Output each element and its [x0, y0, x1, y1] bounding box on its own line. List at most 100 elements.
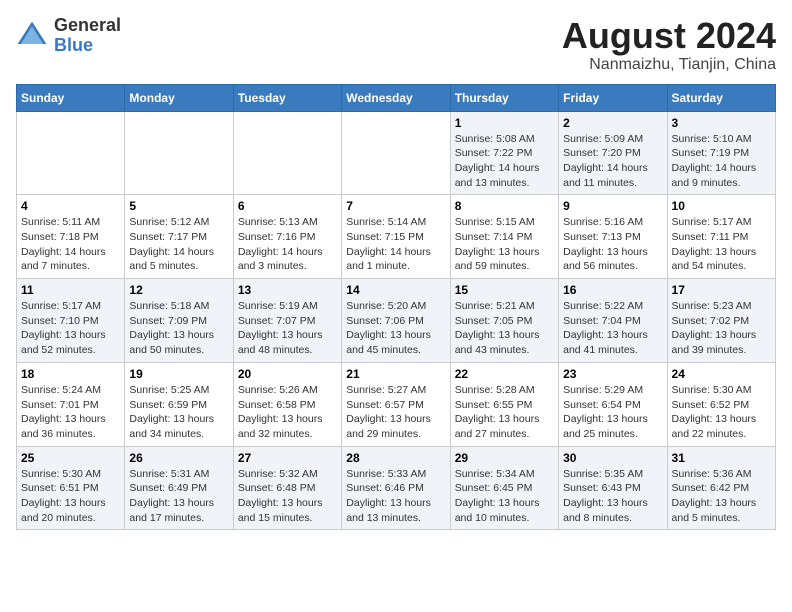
- calendar-cell: 11Sunrise: 5:17 AMSunset: 7:10 PMDayligh…: [17, 279, 125, 363]
- calendar-week-5: 25 Sunrise: 5:30 AMSunset: 6:51 PMDayligh…: [17, 446, 776, 530]
- day-number: 11: [21, 283, 120, 297]
- header-day-tuesday: Tuesday: [233, 84, 341, 111]
- calendar-week-3: 11Sunrise: 5:17 AMSunset: 7:10 PMDayligh…: [17, 279, 776, 363]
- day-number: 22: [455, 367, 554, 381]
- day-number: 17: [672, 283, 771, 297]
- day-info: Sunrise: 5:30 AMSunset: 6:52 PMDaylight:…: [672, 383, 771, 442]
- header-day-saturday: Saturday: [667, 84, 775, 111]
- day-number: 5: [129, 199, 228, 213]
- calendar-cell: 12 Sunrise: 5:18 AMSunset: 7:09 PMDayligh…: [125, 279, 233, 363]
- calendar-cell: 20Sunrise: 5:26 AMSunset: 6:58 PMDayligh…: [233, 362, 341, 446]
- calendar-cell: 3Sunrise: 5:10 AMSunset: 7:19 PMDaylight…: [667, 111, 775, 195]
- day-number: 14: [346, 283, 445, 297]
- day-info: Sunrise: 5:15 AMSunset: 7:14 PMDaylight:…: [455, 215, 554, 274]
- calendar-cell: 27 Sunrise: 5:32 AMSunset: 6:48 PMDayligh…: [233, 446, 341, 530]
- calendar-cell: 28 Sunrise: 5:33 AMSunset: 6:46 PMDayligh…: [342, 446, 450, 530]
- day-info: Sunrise: 5:19 AMSunset: 7:07 PMDaylight:…: [238, 299, 337, 358]
- day-info: Sunrise: 5:12 AMSunset: 7:17 PMDaylight:…: [129, 215, 228, 274]
- day-number: 29: [455, 451, 554, 465]
- calendar-cell: 9Sunrise: 5:16 AMSunset: 7:13 PMDaylight…: [559, 195, 667, 279]
- calendar-cell: [125, 111, 233, 195]
- day-number: 8: [455, 199, 554, 213]
- day-info: Sunrise: 5:26 AMSunset: 6:58 PMDaylight:…: [238, 383, 337, 442]
- calendar-cell: 19 Sunrise: 5:25 AMSunset: 6:59 PMDayligh…: [125, 362, 233, 446]
- day-info: Sunrise: 5:14 AMSunset: 7:15 PMDaylight:…: [346, 215, 445, 274]
- calendar-cell: 30 Sunrise: 5:35 AMSunset: 6:43 PMDayligh…: [559, 446, 667, 530]
- day-number: 24: [672, 367, 771, 381]
- day-info: Sunrise: 5:18 AMSunset: 7:09 PMDaylight:…: [129, 299, 228, 358]
- header-row: SundayMondayTuesdayWednesdayThursdayFrid…: [17, 84, 776, 111]
- calendar-cell: 5 Sunrise: 5:12 AMSunset: 7:17 PMDaylight…: [125, 195, 233, 279]
- day-number: 10: [672, 199, 771, 213]
- day-number: 23: [563, 367, 662, 381]
- header-day-wednesday: Wednesday: [342, 84, 450, 111]
- day-info: Sunrise: 5:25 AMSunset: 6:59 PMDaylight:…: [129, 383, 228, 442]
- logo-icon: [16, 20, 48, 52]
- calendar-cell: 4Sunrise: 5:11 AMSunset: 7:18 PMDaylight…: [17, 195, 125, 279]
- day-number: 25: [21, 451, 120, 465]
- day-info: Sunrise: 5:16 AMSunset: 7:13 PMDaylight:…: [563, 215, 662, 274]
- day-info: Sunrise: 5:10 AMSunset: 7:19 PMDaylight:…: [672, 132, 771, 191]
- calendar-cell: 21Sunrise: 5:27 AMSunset: 6:57 PMDayligh…: [342, 362, 450, 446]
- calendar-header: SundayMondayTuesdayWednesdayThursdayFrid…: [17, 84, 776, 111]
- header-day-thursday: Thursday: [450, 84, 558, 111]
- day-info: Sunrise: 5:33 AMSunset: 6:46 PMDaylight:…: [346, 467, 445, 526]
- calendar-cell: 25 Sunrise: 5:30 AMSunset: 6:51 PMDayligh…: [17, 446, 125, 530]
- calendar-cell: 8 Sunrise: 5:15 AMSunset: 7:14 PMDaylight…: [450, 195, 558, 279]
- calendar-week-1: 1Sunrise: 5:08 AMSunset: 7:22 PMDaylight…: [17, 111, 776, 195]
- day-info: Sunrise: 5:24 AMSunset: 7:01 PMDaylight:…: [21, 383, 120, 442]
- calendar-cell: 31Sunrise: 5:36 AMSunset: 6:42 PMDayligh…: [667, 446, 775, 530]
- calendar-week-2: 4Sunrise: 5:11 AMSunset: 7:18 PMDaylight…: [17, 195, 776, 279]
- day-info: Sunrise: 5:13 AMSunset: 7:16 PMDaylight:…: [238, 215, 337, 274]
- day-number: 12: [129, 283, 228, 297]
- day-info: Sunrise: 5:28 AMSunset: 6:55 PMDaylight:…: [455, 383, 554, 442]
- calendar-cell: 2 Sunrise: 5:09 AMSunset: 7:20 PMDaylight…: [559, 111, 667, 195]
- logo-text: General Blue: [54, 16, 121, 56]
- calendar-cell: 6 Sunrise: 5:13 AMSunset: 7:16 PMDaylight…: [233, 195, 341, 279]
- title-area: August 2024 Nanmaizhu, Tianjin, China: [562, 16, 776, 74]
- day-number: 31: [672, 451, 771, 465]
- day-info: Sunrise: 5:17 AMSunset: 7:11 PMDaylight:…: [672, 215, 771, 274]
- day-info: Sunrise: 5:08 AMSunset: 7:22 PMDaylight:…: [455, 132, 554, 191]
- day-info: Sunrise: 5:20 AMSunset: 7:06 PMDaylight:…: [346, 299, 445, 358]
- calendar-cell: [342, 111, 450, 195]
- day-number: 6: [238, 199, 337, 213]
- day-info: Sunrise: 5:34 AMSunset: 6:45 PMDaylight:…: [455, 467, 554, 526]
- day-number: 27: [238, 451, 337, 465]
- calendar-cell: 18 Sunrise: 5:24 AMSunset: 7:01 PMDayligh…: [17, 362, 125, 446]
- day-number: 13: [238, 283, 337, 297]
- calendar-cell: 13 Sunrise: 5:19 AMSunset: 7:07 PMDayligh…: [233, 279, 341, 363]
- day-info: Sunrise: 5:31 AMSunset: 6:49 PMDaylight:…: [129, 467, 228, 526]
- day-info: Sunrise: 5:27 AMSunset: 6:57 PMDaylight:…: [346, 383, 445, 442]
- day-number: 7: [346, 199, 445, 213]
- calendar-cell: 22 Sunrise: 5:28 AMSunset: 6:55 PMDayligh…: [450, 362, 558, 446]
- calendar-table: SundayMondayTuesdayWednesdayThursdayFrid…: [16, 84, 776, 531]
- day-number: 18: [21, 367, 120, 381]
- day-number: 2: [563, 116, 662, 130]
- day-info: Sunrise: 5:09 AMSunset: 7:20 PMDaylight:…: [563, 132, 662, 191]
- calendar-cell: 7 Sunrise: 5:14 AMSunset: 7:15 PMDaylight…: [342, 195, 450, 279]
- calendar-subtitle: Nanmaizhu, Tianjin, China: [562, 56, 776, 74]
- day-number: 28: [346, 451, 445, 465]
- day-info: Sunrise: 5:29 AMSunset: 6:54 PMDaylight:…: [563, 383, 662, 442]
- calendar-cell: 26 Sunrise: 5:31 AMSunset: 6:49 PMDayligh…: [125, 446, 233, 530]
- day-info: Sunrise: 5:30 AMSunset: 6:51 PMDaylight:…: [21, 467, 120, 526]
- day-number: 30: [563, 451, 662, 465]
- day-number: 26: [129, 451, 228, 465]
- day-info: Sunrise: 5:35 AMSunset: 6:43 PMDaylight:…: [563, 467, 662, 526]
- calendar-title: August 2024: [562, 16, 776, 56]
- day-info: Sunrise: 5:32 AMSunset: 6:48 PMDaylight:…: [238, 467, 337, 526]
- header: General Blue August 2024 Nanmaizhu, Tian…: [16, 16, 776, 74]
- calendar-cell: 16Sunrise: 5:22 AMSunset: 7:04 PMDayligh…: [559, 279, 667, 363]
- calendar-cell: 29 Sunrise: 5:34 AMSunset: 6:45 PMDayligh…: [450, 446, 558, 530]
- calendar-cell: 1Sunrise: 5:08 AMSunset: 7:22 PMDaylight…: [450, 111, 558, 195]
- day-number: 19: [129, 367, 228, 381]
- day-number: 4: [21, 199, 120, 213]
- calendar-body: 1Sunrise: 5:08 AMSunset: 7:22 PMDaylight…: [17, 111, 776, 530]
- header-day-friday: Friday: [559, 84, 667, 111]
- calendar-cell: 23 Sunrise: 5:29 AMSunset: 6:54 PMDayligh…: [559, 362, 667, 446]
- header-day-sunday: Sunday: [17, 84, 125, 111]
- day-info: Sunrise: 5:23 AMSunset: 7:02 PMDaylight:…: [672, 299, 771, 358]
- calendar-cell: 10 Sunrise: 5:17 AMSunset: 7:11 PMDayligh…: [667, 195, 775, 279]
- calendar-cell: 24 Sunrise: 5:30 AMSunset: 6:52 PMDayligh…: [667, 362, 775, 446]
